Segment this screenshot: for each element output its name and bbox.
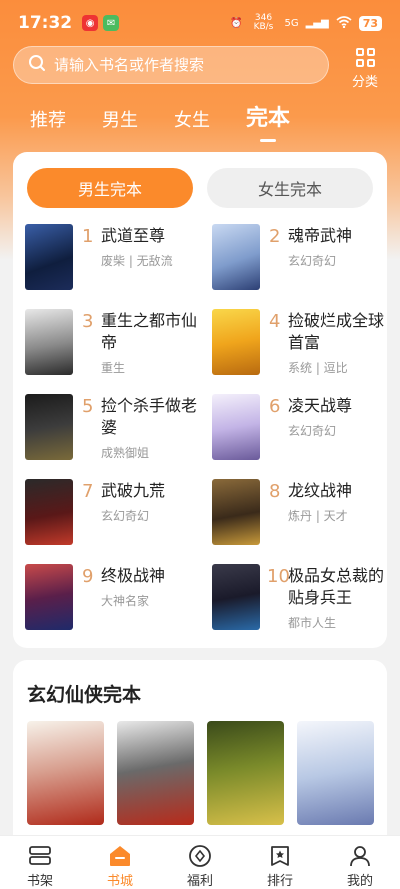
status-time: 17:32 — [18, 13, 73, 33]
bookstore-icon — [107, 844, 133, 868]
rank-number: 10 — [267, 566, 290, 587]
rank-number: 8 — [269, 481, 281, 502]
book-title: 极品女总裁的贴身兵王 — [288, 566, 385, 607]
female-completed-button[interactable]: 女生完本 — [207, 168, 373, 208]
ranking-item[interactable]: 10 极品女总裁的贴身兵王 都市人生 — [212, 564, 392, 634]
bottom-navigation: 书架 书城 福利 排行 我的 — [0, 835, 400, 889]
tab-recommend[interactable]: 推荐 — [30, 106, 66, 138]
nav-ranking[interactable]: 排行 — [240, 836, 320, 889]
nav-label: 福利 — [186, 874, 213, 889]
status-bar: 17:32 ◉ ✉ ⏰ 346 KB/s 5G ▂▄▆ 73 — [0, 0, 400, 46]
book-title: 魂帝武神 — [288, 226, 353, 245]
top-tabs: 推荐 男生 女生 完本 — [0, 98, 400, 142]
nav-welfare[interactable]: 福利 — [160, 836, 240, 889]
book-cover[interactable] — [117, 721, 194, 825]
book-title: 终极战神 — [101, 566, 166, 585]
book-tags: 废柴 | 无敌流 — [101, 254, 173, 268]
rank-number: 1 — [82, 226, 94, 247]
book-tags: 大神名家 — [101, 594, 150, 608]
search-input[interactable] — [54, 56, 294, 74]
bookshelf-icon — [27, 844, 53, 868]
rank-number: 2 — [269, 226, 281, 247]
ranking-item[interactable]: 5 捡个杀手做老婆 成熟御姐 — [25, 394, 205, 464]
male-completed-button[interactable]: 男生完本 — [27, 168, 193, 208]
alarm-icon: ⏰ — [230, 17, 243, 29]
book-cover — [212, 479, 260, 545]
net-speed: 346 KB/s — [253, 13, 274, 32]
nav-bookstore[interactable]: 书城 — [80, 836, 160, 889]
grid-icon — [355, 48, 375, 67]
rank-number: 5 — [82, 396, 94, 417]
nav-label: 书架 — [26, 874, 53, 889]
book-tags: 玄幻奇幻 — [288, 254, 337, 268]
book-title: 重生之都市仙帝 — [101, 311, 198, 352]
tab-male[interactable]: 男生 — [102, 106, 138, 138]
gender-switch: 男生完本 女生完本 — [27, 168, 373, 208]
ranking-item[interactable]: 7 武破九荒 玄幻奇幻 — [25, 479, 205, 549]
book-tags: 成熟御姐 — [101, 446, 150, 460]
book-cover — [212, 224, 260, 290]
status-indicators: ⏰ 346 KB/s 5G ▂▄▆ 73 — [230, 14, 382, 32]
book-title: 龙纹战神 — [288, 481, 353, 500]
ranking-item[interactable]: 2 魂帝武神 玄幻奇幻 — [212, 224, 392, 294]
signal-label: 5G — [284, 17, 299, 29]
category-button[interactable]: 分类 — [345, 46, 385, 90]
ranking-icon — [267, 844, 293, 868]
nav-label: 书城 — [106, 874, 133, 889]
search-icon — [28, 54, 46, 76]
book-cover — [25, 224, 73, 290]
category-label: 分类 — [351, 75, 378, 90]
ranking-item[interactable]: 6 凌天战尊 玄幻奇幻 — [212, 394, 392, 464]
tab-completed[interactable]: 完本 — [246, 100, 290, 142]
nav-profile[interactable]: 我的 — [320, 836, 400, 889]
book-cover — [25, 309, 73, 375]
nav-label: 排行 — [266, 874, 293, 889]
book-cover[interactable] — [297, 721, 374, 825]
section-title: 玄幻仙侠完本 — [27, 684, 142, 706]
book-cover — [212, 394, 260, 460]
netease-app-icon: ◉ — [82, 15, 99, 31]
nav-bookshelf[interactable]: 书架 — [0, 836, 80, 889]
book-title: 捡破烂成全球首富 — [288, 311, 385, 352]
rank-number: 4 — [269, 311, 281, 332]
book-title: 捡个杀手做老婆 — [101, 396, 198, 437]
book-tags: 玄幻奇幻 — [288, 424, 337, 438]
book-cover — [25, 564, 73, 630]
welfare-icon — [187, 844, 213, 868]
book-cover — [212, 309, 260, 375]
book-tags: 都市人生 — [288, 616, 337, 630]
book-title: 武破九荒 — [101, 481, 166, 500]
book-cover[interactable] — [27, 721, 104, 825]
book-tags: 玄幻奇幻 — [101, 509, 150, 523]
ranking-item[interactable]: 1 武道至尊 废柴 | 无敌流 — [25, 224, 205, 294]
signal-icon: ▂▄▆ — [305, 17, 329, 29]
xuanhuan-completed-section: 玄幻仙侠完本 — [13, 660, 387, 860]
battery-indicator: 73 — [358, 15, 382, 31]
book-title: 武道至尊 — [101, 226, 166, 245]
book-cover — [25, 479, 73, 545]
book-tags: 炼丹 | 天才 — [288, 509, 348, 523]
book-title: 凌天战尊 — [288, 396, 353, 415]
search-bar[interactable] — [13, 46, 329, 84]
book-cover — [25, 394, 73, 460]
wechat-app-icon: ✉ — [103, 15, 120, 31]
completed-ranking-card: 男生完本 女生完本 1 武道至尊 废柴 | 无敌流 2 魂帝武神 玄幻奇幻 3 … — [13, 152, 387, 648]
rank-number: 9 — [82, 566, 94, 587]
tab-female[interactable]: 女生 — [174, 106, 210, 138]
profile-icon — [347, 844, 373, 868]
wifi-icon — [336, 15, 352, 31]
ranking-item[interactable]: 4 捡破烂成全球首富 系统 | 逗比 — [212, 309, 392, 379]
nav-label: 我的 — [346, 874, 373, 889]
book-cover — [212, 564, 260, 630]
ranking-item[interactable]: 3 重生之都市仙帝 重生 — [25, 309, 205, 379]
book-tags: 重生 — [101, 361, 126, 375]
section-book-covers — [27, 721, 374, 825]
rank-number: 7 — [82, 481, 94, 502]
book-tags: 系统 | 逗比 — [288, 361, 348, 375]
rank-number: 3 — [82, 311, 94, 332]
rank-number: 6 — [269, 396, 281, 417]
ranking-item[interactable]: 9 终极战神 大神名家 — [25, 564, 205, 634]
book-cover[interactable] — [207, 721, 284, 825]
ranking-item[interactable]: 8 龙纹战神 炼丹 | 天才 — [212, 479, 392, 549]
